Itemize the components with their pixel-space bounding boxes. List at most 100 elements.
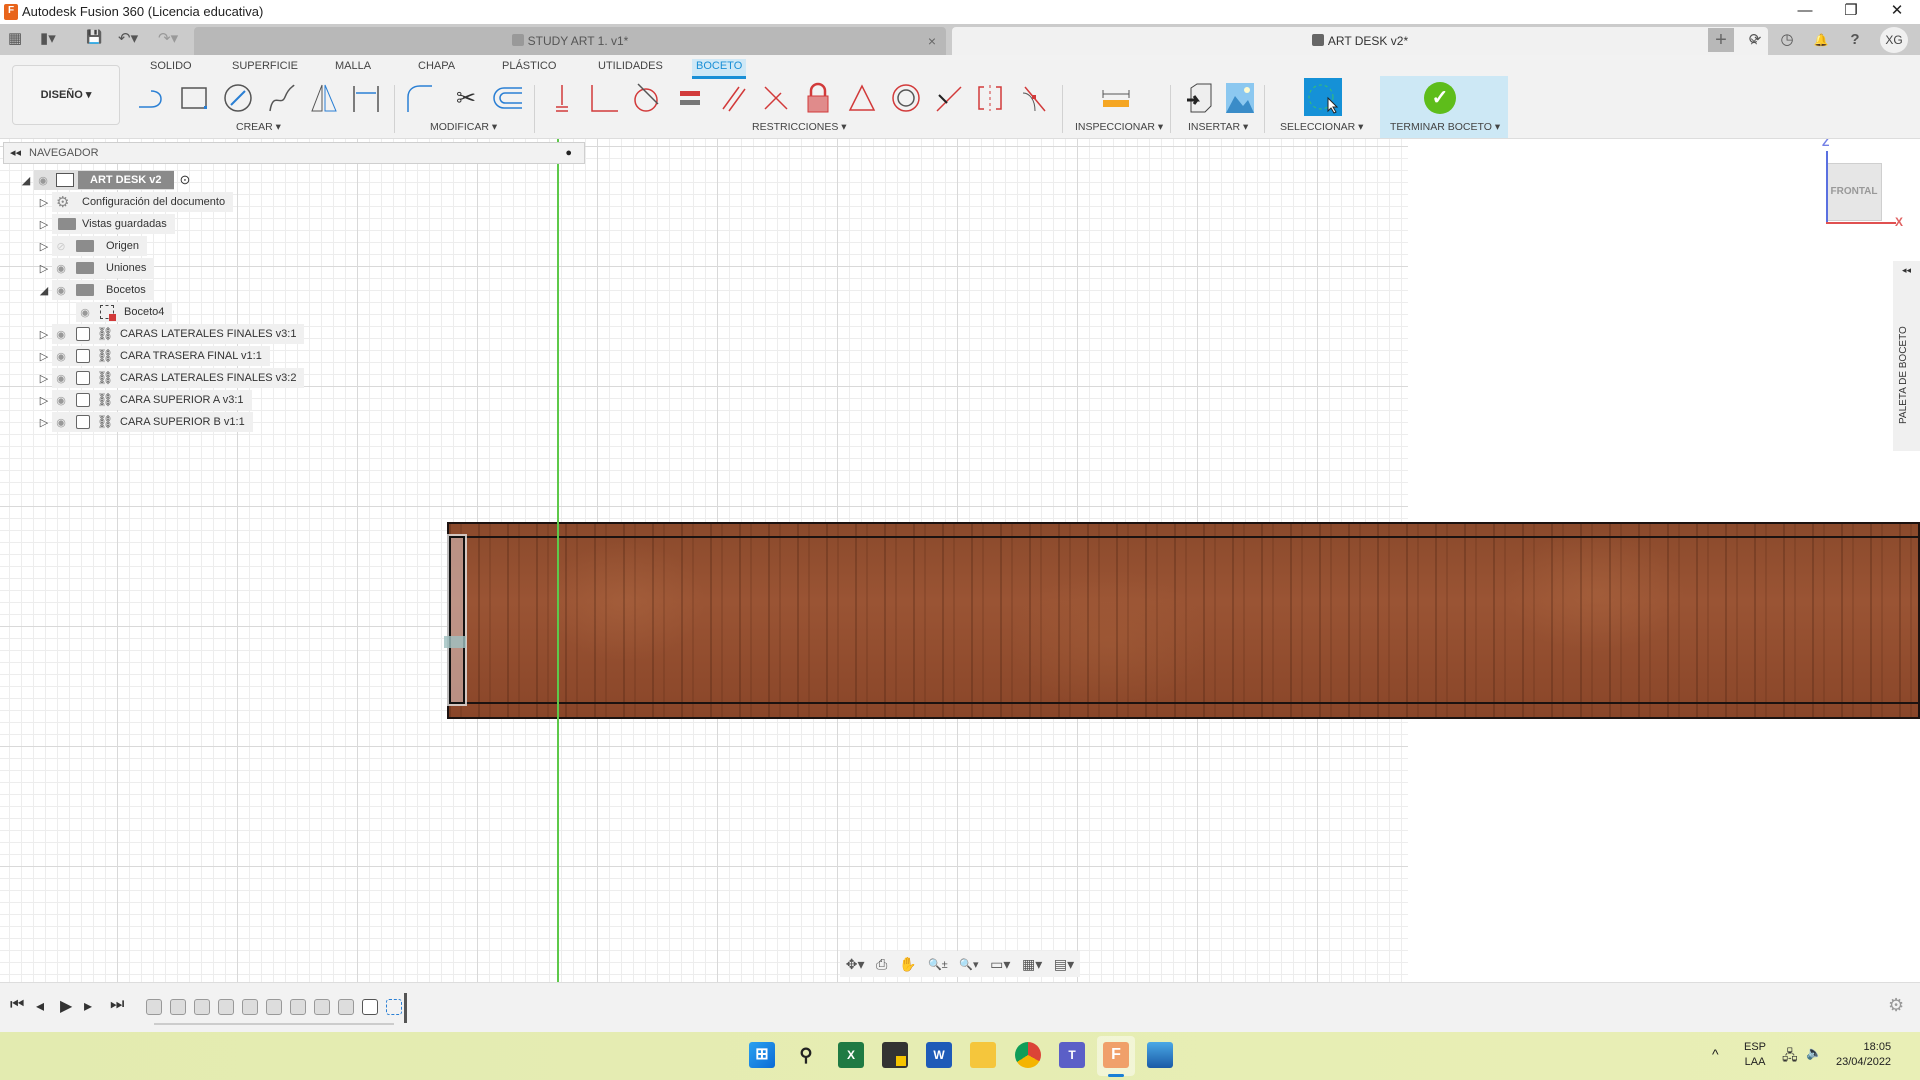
tab-chapa[interactable]: CHAPA: [414, 59, 459, 79]
side-panel-profile[interactable]: [447, 534, 467, 706]
select-tool-icon[interactable]: [1304, 78, 1342, 116]
expand-arrow-icon[interactable]: ▷: [36, 394, 52, 407]
curvature-constraint-icon[interactable]: [1016, 81, 1052, 115]
tree-item[interactable]: ▷ ◉ ⛓ CARAS LATERALES FINALES v3:1: [18, 323, 305, 345]
sticky-notes-icon[interactable]: [882, 1042, 908, 1068]
group-restricciones[interactable]: RESTRICCIONES ▾: [752, 121, 847, 133]
expand-arrow-icon[interactable]: ▷: [36, 218, 52, 231]
measure-tool-icon[interactable]: [1098, 81, 1134, 115]
visibility-eye-icon[interactable]: ◉: [52, 284, 70, 297]
hidden-eye-icon[interactable]: ⊘: [52, 240, 70, 253]
offset-tool-icon[interactable]: [490, 81, 526, 115]
rectangle-tool-icon[interactable]: [176, 81, 212, 115]
lock-constraint-icon[interactable]: [800, 81, 836, 115]
expand-arrow-icon[interactable]: ▷: [36, 328, 52, 341]
fix-constraint-icon[interactable]: [544, 81, 580, 115]
tree-item[interactable]: ▷ Vistas guardadas: [18, 213, 304, 235]
equal-constraint-icon[interactable]: [672, 81, 708, 115]
teams-icon[interactable]: T: [1059, 1042, 1085, 1068]
timeline-feature-icon[interactable]: [266, 999, 282, 1015]
volume-icon[interactable]: 🔈: [1806, 1045, 1822, 1061]
word-icon[interactable]: W: [926, 1042, 952, 1068]
system-clock[interactable]: 18:05 23/04/2022: [1836, 1040, 1891, 1070]
viewports-icon[interactable]: ▤▾: [1054, 956, 1074, 973]
redo-icon[interactable]: ↷▾: [158, 29, 178, 47]
group-crear[interactable]: CREAR ▾: [236, 121, 281, 133]
timeline-feature-icon[interactable]: [338, 999, 354, 1015]
fusion-360-icon[interactable]: F: [1103, 1042, 1129, 1068]
trim-scissors-icon[interactable]: ✂: [448, 81, 484, 115]
step-back-icon[interactable]: ◂: [36, 996, 44, 1016]
insert-canvas-icon[interactable]: [1222, 81, 1258, 115]
timeline-feature-icon[interactable]: [362, 999, 378, 1015]
circle-tool-icon[interactable]: [220, 81, 256, 115]
visibility-eye-icon[interactable]: ◉: [52, 328, 70, 341]
tree-item-sketch[interactable]: ◉ Boceto4: [18, 301, 304, 323]
start-button-icon[interactable]: ⊞: [749, 1042, 775, 1068]
canvas-viewport[interactable]: ◂◂ NAVEGADOR ● ◢ ◉ ART DESK v2 ⊙ ▷ ⚙ Confi…: [0, 139, 1920, 982]
expand-arrow-icon[interactable]: ▷: [36, 240, 52, 253]
user-avatar[interactable]: XG: [1880, 27, 1908, 53]
undo-icon[interactable]: ↶▾: [118, 29, 138, 47]
timeline-feature-icon[interactable]: [218, 999, 234, 1015]
constraint-glyph-icon[interactable]: [444, 636, 466, 648]
parallel-constraint-icon[interactable]: [716, 81, 752, 115]
perpendicular-constraint-icon[interactable]: [758, 81, 794, 115]
minimize-button[interactable]: —: [1782, 0, 1828, 24]
coincident-constraint-icon[interactable]: [586, 81, 622, 115]
midpoint-constraint-icon[interactable]: [844, 81, 880, 115]
sketch-edge-line[interactable]: [449, 702, 1918, 704]
save-icon[interactable]: 💾: [86, 29, 102, 45]
timeline-settings-gear-icon[interactable]: ⚙: [1888, 995, 1904, 1016]
search-icon[interactable]: ⚲: [793, 1042, 819, 1068]
activate-radio-icon[interactable]: ⊙: [180, 172, 191, 188]
tab-study-art[interactable]: STUDY ART 1. v1* ×: [194, 27, 946, 55]
visibility-eye-icon[interactable]: ◉: [76, 306, 94, 319]
dimension-tool-icon[interactable]: [348, 81, 384, 115]
notifications-icon[interactable]: 🔔: [1808, 28, 1834, 52]
workspace-switcher[interactable]: DISEÑO ▾: [12, 65, 120, 125]
concentric-constraint-icon[interactable]: [888, 81, 924, 115]
file-menu-icon[interactable]: ▮▾: [40, 29, 56, 47]
fit-zoom-icon[interactable]: 🔍▾: [959, 958, 978, 971]
timeline-feature-icon[interactable]: [170, 999, 186, 1015]
go-to-end-icon[interactable]: ⏭: [110, 996, 124, 1014]
timeline-feature-icon[interactable]: [314, 999, 330, 1015]
tree-item[interactable]: ▷ ◉ ⛓ CARA TRASERA FINAL v1:1: [18, 345, 304, 367]
tree-root[interactable]: ◢ ◉ ART DESK v2 ⊙: [18, 169, 304, 191]
visibility-eye-icon[interactable]: ◉: [52, 416, 70, 429]
orbit-icon[interactable]: ✥▾: [846, 956, 865, 973]
look-at-icon[interactable]: ⎙: [876, 956, 887, 973]
collapse-arrow-icon[interactable]: ◢: [36, 284, 52, 297]
tab-solido[interactable]: SOLIDO: [146, 59, 196, 79]
tree-item[interactable]: ▷ ⚙ Configuración del documento: [18, 191, 304, 213]
tab-utilidades[interactable]: UTILIDADES: [594, 59, 667, 79]
photos-icon[interactable]: [1147, 1042, 1173, 1068]
tab-art-desk[interactable]: ART DESK v2* ×: [952, 27, 1768, 55]
tree-item[interactable]: ▷ ◉ ⛓ CARAS LATERALES FINALES v3:2: [18, 367, 305, 389]
symmetry-constraint-icon[interactable]: [972, 81, 1008, 115]
timeline-marker-handle[interactable]: [404, 993, 407, 1023]
mirror-tool-icon[interactable]: [306, 81, 342, 115]
extensions-icon[interactable]: ⟳: [1742, 28, 1768, 52]
tree-item[interactable]: ▷ ◉ ⛓ CARA SUPERIOR A v3:1: [18, 389, 304, 411]
pan-hand-icon[interactable]: ✋: [899, 956, 916, 973]
wood-panel-body[interactable]: [444, 522, 1920, 719]
expand-arrow-icon[interactable]: ▷: [36, 416, 52, 429]
zoom-icon[interactable]: 🔍±: [928, 958, 948, 971]
language-indicator[interactable]: ESP LAA: [1744, 1040, 1766, 1070]
timeline-sketch-feature-icon[interactable]: [386, 999, 402, 1015]
help-icon[interactable]: ?: [1842, 28, 1868, 52]
visibility-eye-icon[interactable]: ◉: [52, 262, 70, 275]
tree-item[interactable]: ◢ ◉ Bocetos: [18, 279, 304, 301]
collapse-arrow-icon[interactable]: ◢: [18, 174, 34, 187]
sketch-edge-line[interactable]: [449, 536, 1918, 538]
tab-superficie[interactable]: SUPERFICIE: [228, 59, 302, 79]
insert-derive-icon[interactable]: [1180, 81, 1216, 115]
expand-palette-icon[interactable]: ◂◂: [1893, 265, 1920, 276]
tree-item[interactable]: ▷ ◉ ⛓ CARA SUPERIOR B v1:1: [18, 411, 304, 433]
expand-arrow-icon[interactable]: ▷: [36, 350, 52, 363]
tangent-constraint-icon[interactable]: [628, 81, 664, 115]
app-grid-icon[interactable]: ▦: [8, 29, 22, 47]
collinear-constraint-icon[interactable]: [930, 81, 966, 115]
